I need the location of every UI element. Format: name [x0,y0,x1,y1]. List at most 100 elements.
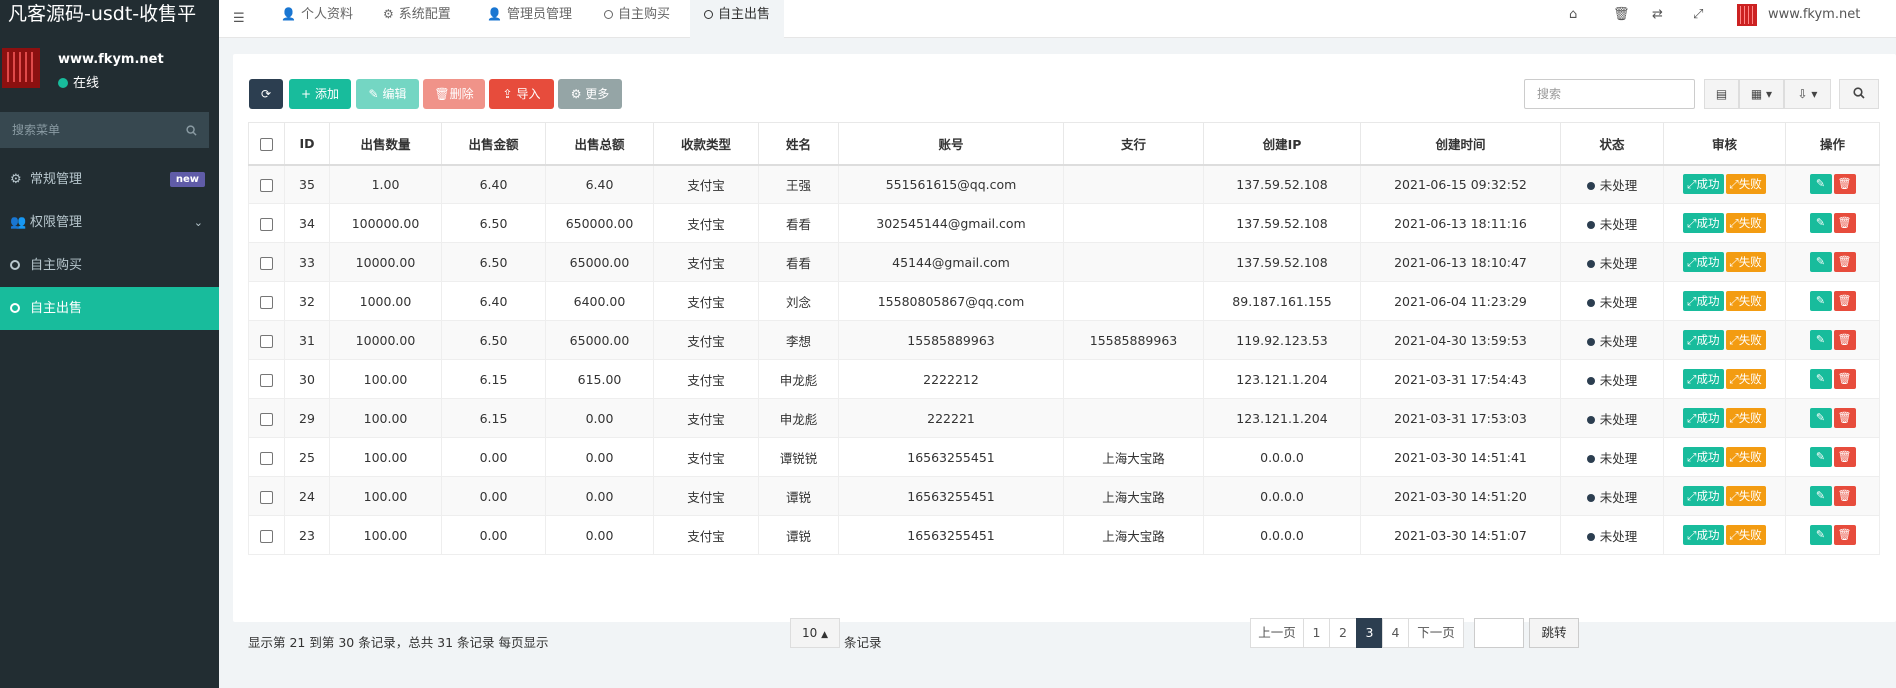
column-header[interactable]: 创建IP [1203,122,1361,166]
delete-button[interactable]: 🗑删除 [423,79,485,109]
row-delete-button[interactable]: 🗑 [1833,525,1856,545]
table-row[interactable]: 32 1000.00 6.40 6400.00 支付宝 刘念 15580805867@qq.… [248,281,1880,321]
trash-icon[interactable]: 🗑 [1613,7,1630,22]
tab-profile[interactable]: 👤 个人资料 [267,0,367,38]
sidebar-item-buy[interactable]: 自主购买 [0,244,219,287]
table-row[interactable]: 29 100.00 6.15 0.00 支付宝 申龙彪 222221 123.121.1.20… [248,398,1880,438]
table-row[interactable]: 24 100.00 0.00 0.00 支付宝 谭锐 16563255451 上海大宝路 0.0… [248,476,1880,516]
top-site-name[interactable]: www.fkym.net [1768,7,1860,22]
more-button[interactable]: ⚙ 更多 [558,79,622,109]
select-all-checkbox[interactable] [260,137,273,151]
row-checkbox[interactable] [260,412,273,426]
column-header[interactable]: 状态 [1560,122,1664,166]
audit-fail-button[interactable]: ⤢失败 [1725,486,1766,506]
sidebar-item-sell[interactable]: 自主出售 [0,287,219,330]
columns-button[interactable]: ▦ ▾ [1739,79,1784,109]
tab-admin[interactable]: 👤 管理员管理 [473,0,586,38]
audit-success-button[interactable]: ⤢成功 [1683,174,1724,195]
export-button[interactable]: ⇩ ▾ [1784,79,1831,109]
tab-sell[interactable]: 自主出售 [690,0,785,38]
row-checkbox[interactable] [260,256,273,270]
toggle-view-button[interactable]: ▤ [1704,79,1739,109]
import-button[interactable]: ⇪ 导入 [489,79,554,109]
table-row[interactable]: 33 10000.00 6.50 65000.00 支付宝 看看 45144@gmail.c… [248,242,1880,282]
audit-success-button[interactable]: ⤢成功 [1683,213,1724,233]
audit-fail-button[interactable]: ⤢失败 [1725,447,1766,467]
table-row[interactable]: 35 1.00 6.40 6.40 支付宝 王强 551561615@qq.com 137.5… [248,164,1880,204]
home-icon[interactable]: ⌂ [1569,7,1577,22]
row-checkbox[interactable] [260,295,273,309]
tab-buy[interactable]: 自主购买 [590,0,684,38]
audit-success-button[interactable]: ⤢成功 [1683,252,1724,272]
row-delete-button[interactable]: 🗑 [1833,369,1856,389]
table-row[interactable]: 23 100.00 0.00 0.00 支付宝 谭锐 16563255451 上海大宝路 0.0… [248,515,1880,555]
row-delete-button[interactable]: 🗑 [1833,213,1856,233]
row-edit-button[interactable]: ✎ [1809,369,1832,389]
sidebar-item-permission[interactable]: 👥 权限管理 ⌄ [0,201,219,244]
refresh-button[interactable]: ⟳ [249,79,283,109]
row-checkbox[interactable] [260,451,273,465]
row-edit-button[interactable]: ✎ [1809,213,1832,233]
fullscreen-icon[interactable]: ⤢ [1693,7,1703,22]
page-button-3[interactable]: 3 [1356,618,1383,648]
audit-success-button[interactable]: ⤢成功 [1683,330,1724,350]
advanced-search-button[interactable] [1839,79,1879,109]
jump-page-input[interactable] [1474,618,1524,648]
row-delete-button[interactable]: 🗑 [1833,174,1856,195]
row-checkbox[interactable] [260,529,273,543]
add-button[interactable]: + 添加 [289,79,351,109]
column-header[interactable]: 支行 [1063,122,1204,166]
audit-fail-button[interactable]: ⤢失败 [1725,369,1766,389]
jump-button[interactable]: 跳转 [1529,618,1579,648]
table-search-input[interactable] [1524,79,1695,109]
prev-page-button[interactable]: 上一页 [1250,618,1304,648]
table-row[interactable]: 30 100.00 6.15 615.00 支付宝 申龙彪 2222212 123.121.1… [248,359,1880,399]
page-button-2[interactable]: 2 [1329,618,1357,648]
table-row[interactable]: 31 10000.00 6.50 65000.00 支付宝 李想 15585889963 15… [248,320,1880,360]
audit-success-button[interactable]: ⤢成功 [1683,525,1724,545]
app-title[interactable]: 凡客源码-usdt-收售平 [0,0,219,30]
menu-search-input[interactable] [0,112,170,148]
column-header[interactable]: 出售总额 [545,122,654,166]
audit-fail-button[interactable]: ⤢失败 [1725,525,1766,545]
audit-fail-button[interactable]: ⤢失败 [1725,174,1766,195]
row-checkbox[interactable] [260,490,273,504]
row-edit-button[interactable]: ✎ [1809,525,1832,545]
row-delete-button[interactable]: 🗑 [1833,447,1856,467]
row-checkbox[interactable] [260,178,273,192]
audit-fail-button[interactable]: ⤢失败 [1725,213,1766,233]
column-header[interactable]: 收款类型 [653,122,759,166]
row-delete-button[interactable]: 🗑 [1833,291,1856,311]
audit-success-button[interactable]: ⤢成功 [1683,408,1724,428]
row-delete-button[interactable]: 🗑 [1833,252,1856,272]
column-header[interactable]: ID [284,122,330,166]
audit-success-button[interactable]: ⤢成功 [1683,447,1724,467]
row-edit-button[interactable]: ✎ [1809,291,1832,311]
row-checkbox[interactable] [260,217,273,231]
row-edit-button[interactable]: ✎ [1809,447,1832,467]
audit-fail-button[interactable]: ⤢失败 [1725,291,1766,311]
row-edit-button[interactable]: ✎ [1809,486,1832,506]
column-header[interactable]: 出售金额 [441,122,546,166]
sidebar-item-general[interactable]: ⚙ 常规管理 new [0,158,219,201]
page-button-1[interactable]: 1 [1303,618,1330,648]
column-header[interactable]: 账号 [838,122,1064,166]
table-row[interactable]: 25 100.00 0.00 0.00 支付宝 谭锐锐 16563255451 上海大宝路 0.… [248,437,1880,477]
row-edit-button[interactable]: ✎ [1809,330,1832,350]
column-header[interactable]: 出售数量 [329,122,442,166]
audit-success-button[interactable]: ⤢成功 [1683,291,1724,311]
top-avatar[interactable] [1737,4,1757,26]
row-checkbox[interactable] [260,334,273,348]
row-checkbox[interactable] [260,373,273,387]
row-edit-button[interactable]: ✎ [1809,408,1832,428]
tab-config[interactable]: ⚙ 系统配置 [369,0,465,38]
menu-toggle-icon[interactable]: ☰ [233,11,245,26]
next-page-button[interactable]: 下一页 [1408,618,1464,648]
translate-icon[interactable]: ⇄ [1652,7,1663,22]
audit-fail-button[interactable]: ⤢失败 [1725,330,1766,350]
table-row[interactable]: 34 100000.00 6.50 650000.00 支付宝 看看 302545144@g… [248,203,1880,243]
row-edit-button[interactable]: ✎ [1809,252,1832,272]
page-button-4[interactable]: 4 [1382,618,1409,648]
row-delete-button[interactable]: 🗑 [1833,408,1856,428]
column-header[interactable]: 创建时间 [1360,122,1561,166]
